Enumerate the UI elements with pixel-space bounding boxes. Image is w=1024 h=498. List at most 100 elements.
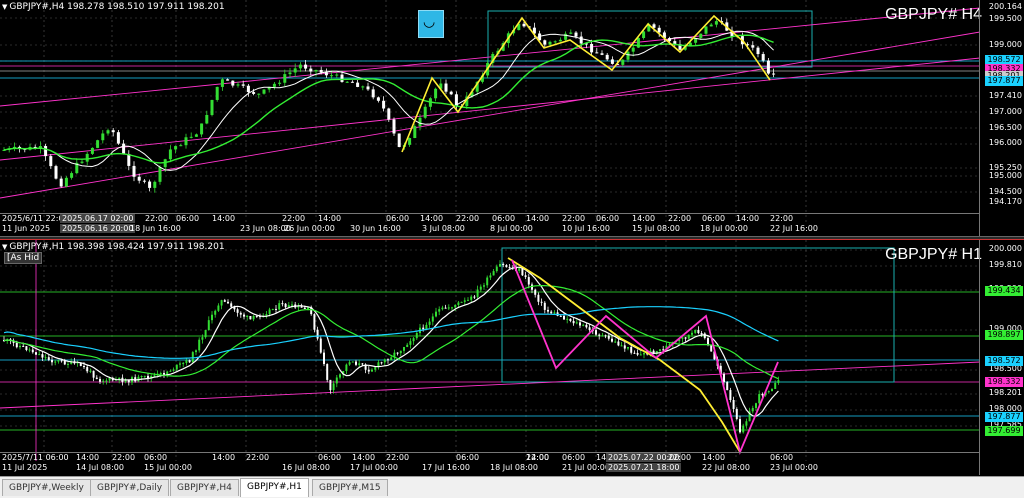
- candle-body: [621, 59, 625, 65]
- chart-pane-h4[interactable]: ▼ GBPJPY#,H4 198.278 198.510 197.911 198.…: [0, 0, 1024, 236]
- candle-body: [366, 86, 370, 90]
- candle-body: [431, 316, 434, 322]
- candle-body: [57, 360, 60, 362]
- candle-body: [704, 26, 708, 34]
- time-label: 22:00: [456, 214, 480, 223]
- time-label: 14:00: [526, 214, 550, 223]
- candle-body: [518, 268, 521, 271]
- candle-body: [361, 86, 365, 88]
- candle-body: [399, 350, 402, 354]
- candle-body: [345, 364, 348, 372]
- candle-body: [223, 300, 226, 302]
- candle-body: [313, 314, 316, 330]
- candle-body: [59, 178, 63, 187]
- candle-body: [563, 315, 565, 320]
- candle-body: [508, 267, 511, 269]
- candle-body: [397, 133, 401, 147]
- candle-body: [116, 132, 120, 144]
- candle-body: [86, 367, 89, 372]
- candle-body: [215, 86, 219, 100]
- price-tick: 197.000: [988, 107, 1022, 116]
- h1-chart-canvas[interactable]: [0, 240, 980, 461]
- candle-body: [44, 357, 47, 359]
- h1-price-axis[interactable]: 200.000199.810199.500199.000198.500198.2…: [979, 240, 1024, 475]
- candle-body: [460, 301, 463, 303]
- candle-body: [564, 33, 568, 40]
- candle-body: [699, 33, 703, 38]
- candle-body: [631, 47, 635, 52]
- candle-body: [684, 337, 687, 339]
- time-label: 06:00: [456, 453, 480, 462]
- candle-body: [355, 361, 357, 365]
- h4-chart-canvas[interactable]: [0, 0, 980, 222]
- candle-body: [345, 81, 349, 83]
- tab-weekly[interactable]: GBPJPY#,Weekly: [2, 479, 91, 496]
- as-hide-button[interactable]: [As Hid: [4, 252, 43, 264]
- time-label: 14:00: [702, 453, 726, 462]
- candle-body: [194, 134, 198, 137]
- candle-body: [742, 425, 745, 433]
- candle-body: [64, 177, 68, 187]
- candle-body: [288, 72, 292, 75]
- candle-body: [49, 156, 53, 167]
- candle-body: [627, 346, 629, 349]
- candle-body: [582, 324, 585, 326]
- price-label: 197.877: [985, 412, 1023, 422]
- candle-body: [214, 310, 217, 315]
- candle-body: [140, 376, 143, 378]
- time-label: 22:00: [282, 214, 306, 223]
- collapse-triangle-icon[interactable]: ▼: [2, 3, 7, 11]
- time-label: 06:00: [770, 453, 794, 462]
- h4-time-axis[interactable]: 2025/6/11 22:00 2025.06.17 02:00 11 Jun 20…: [0, 213, 980, 236]
- candle-body: [179, 363, 181, 365]
- candle-body: [54, 166, 58, 179]
- time-label: 16 Jul 08:00: [282, 463, 330, 472]
- price-tick: 198.201: [988, 388, 1022, 397]
- time-label: 11 Jun 2025: [2, 224, 51, 233]
- time-label: 14 Jul 08:00: [76, 463, 124, 472]
- candle-body: [198, 339, 201, 351]
- candle-body: [457, 302, 460, 305]
- tab-daily[interactable]: GBPJPY#,Daily: [90, 479, 170, 496]
- candle-body: [28, 349, 31, 351]
- candle-body: [255, 315, 258, 317]
- candle-body: [524, 275, 527, 278]
- candle-body: [444, 83, 448, 92]
- time-label: 22:00: [112, 453, 136, 462]
- price-tick: 197.410: [988, 91, 1022, 100]
- candle-body: [265, 314, 268, 316]
- price-tick: 200.164: [988, 2, 1022, 11]
- h4-price-axis[interactable]: 200.164199.500199.000198.572198.332198.2…: [979, 0, 1024, 236]
- time-label: 22:00: [145, 214, 169, 223]
- time-label: 22:00: [668, 214, 692, 223]
- candle-body: [314, 69, 318, 72]
- candle-body: [111, 130, 115, 133]
- h1-time-axis[interactable]: 2025/7/11 06:00 11 Jul 2025 14:00 14 Jul 08…: [0, 452, 980, 475]
- candle-body: [729, 390, 732, 401]
- candle-body: [371, 369, 373, 372]
- candle-body: [714, 21, 718, 25]
- candle-body: [547, 309, 549, 312]
- candle-body: [335, 377, 338, 384]
- price-label: 197.699: [985, 426, 1023, 436]
- candle-body: [106, 130, 110, 134]
- candle-body: [54, 361, 57, 363]
- collapse-triangle-icon[interactable]: ▼: [2, 243, 7, 251]
- tab-m15[interactable]: GBPJPY#,M15: [312, 479, 388, 496]
- candle-body: [278, 82, 282, 84]
- candle-body: [95, 377, 98, 379]
- smile-icon[interactable]: ◡: [418, 10, 444, 38]
- candle-body: [44, 146, 48, 157]
- price-tick: 196.500: [988, 123, 1022, 132]
- candle-body: [243, 314, 245, 317]
- candle-body: [249, 315, 252, 320]
- time-label: 14:00: [212, 214, 236, 223]
- tab-h4[interactable]: GBPJPY#,H4: [170, 479, 239, 496]
- tab-h1[interactable]: GBPJPY#,H1: [240, 478, 309, 497]
- candle-body: [492, 271, 495, 276]
- candle-body: [220, 300, 223, 306]
- candle-body: [236, 84, 240, 86]
- chart-pane-h1[interactable]: ▼ GBPJPY#,H1 198.398 198.424 197.911 198.…: [0, 240, 1024, 475]
- price-tick: 196.000: [988, 138, 1022, 147]
- time-label: 14:00: [318, 214, 342, 223]
